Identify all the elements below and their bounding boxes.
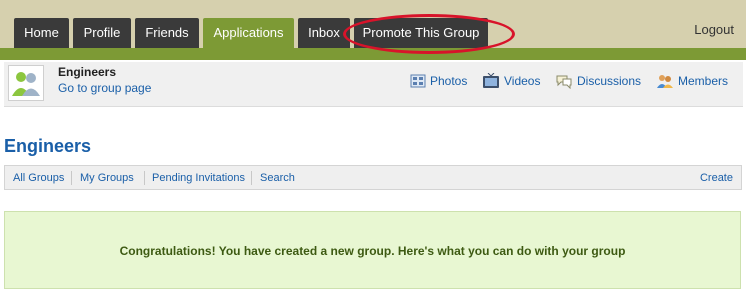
videos-link[interactable]: Videos [482, 73, 540, 89]
members-link[interactable]: Members [656, 73, 728, 89]
group-subnav: All Groups My Groups Pending Invitations… [4, 165, 742, 190]
photos-link[interactable]: Photos [410, 73, 467, 89]
go-to-group-page-link[interactable]: Go to group page [58, 81, 151, 95]
nav-underline-bar [0, 48, 746, 60]
videos-icon [483, 73, 499, 88]
members-icon [657, 75, 673, 88]
discussions-icon [556, 75, 572, 89]
discussions-label: Discussions [577, 74, 642, 88]
photos-label: Photos [430, 74, 468, 88]
subnav-all-groups[interactable]: All Groups [13, 172, 64, 184]
create-group-link[interactable]: Create [700, 172, 733, 184]
success-notice: Congratulations! You have created a new … [4, 211, 741, 289]
subnav-pending-invitations[interactable]: Pending Invitations [152, 172, 245, 184]
group-avatar-icon[interactable] [8, 65, 44, 101]
discussions-link[interactable]: Discussions [555, 73, 641, 89]
photos-icon [410, 74, 426, 88]
tab-inbox[interactable]: Inbox [298, 18, 350, 48]
tab-promote-this-group[interactable]: Promote This Group [354, 18, 488, 48]
tab-friends[interactable]: Friends [135, 18, 199, 48]
page-title: Engineers [4, 136, 92, 156]
members-label: Members [678, 74, 729, 88]
tab-profile[interactable]: Profile [73, 18, 131, 48]
subnav-my-groups[interactable]: My Groups [80, 172, 134, 184]
group-header: Engineers Go to group page Photos Videos… [4, 62, 743, 107]
videos-label: Videos [504, 74, 541, 88]
tab-home[interactable]: Home [14, 18, 69, 48]
logout-link[interactable]: Logout [694, 22, 734, 37]
tab-applications[interactable]: Applications [203, 18, 294, 50]
subnav-divider [251, 171, 252, 185]
subnav-divider [144, 171, 145, 185]
group-name: Engineers [58, 65, 117, 79]
top-navigation: Home Profile Friends Applications Inbox … [0, 0, 746, 60]
notice-message: Congratulations! You have created a new … [119, 244, 626, 258]
subnav-divider [71, 171, 72, 185]
subnav-search[interactable]: Search [260, 172, 295, 184]
